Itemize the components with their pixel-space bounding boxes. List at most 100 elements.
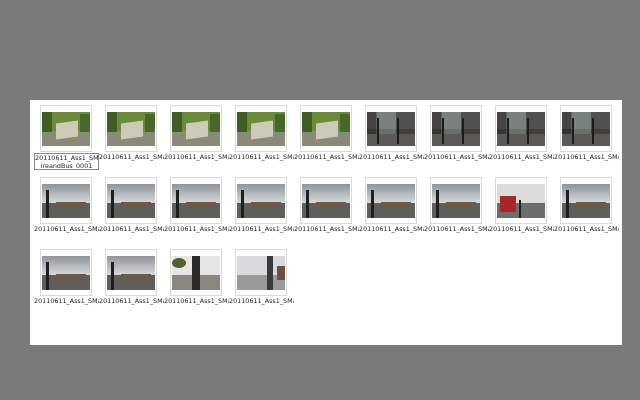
thumbnail-item[interactable]: 20110611_Ass1_SMau...	[424, 105, 489, 177]
scene-shape	[371, 190, 374, 218]
scene-shape	[56, 120, 78, 140]
thumbnail-item[interactable]: 20110611_Ass1_SMau...	[34, 249, 99, 321]
thumbnail-item[interactable]: 20110611_Ass1_SMau...	[34, 177, 99, 249]
scene-shape	[241, 190, 244, 218]
thumbnail-frame	[430, 105, 482, 152]
thumbnail-filename: 20110611_Ass1_SMau...	[164, 297, 229, 305]
thumbnail-item[interactable]: 20110611_Ass1_SMau...	[489, 177, 554, 249]
scene-shape	[111, 262, 114, 290]
thumbnail-filename: 20110611_Ass1_SMau...	[489, 153, 554, 161]
thumbnail-frame	[170, 105, 222, 152]
filename-line: 20110611_Ass1_SMau...	[99, 297, 164, 305]
thumbnail-frame	[170, 249, 222, 296]
scene-shape	[572, 118, 574, 144]
thumbnail-item[interactable]: 20110611_Ass1_SMau...	[164, 105, 229, 177]
scene-shape	[267, 256, 273, 290]
photo-thumbnail-image	[367, 112, 415, 146]
filename-line: 20110611_Ass1_SMau...	[424, 153, 489, 161]
scene-sky	[302, 184, 350, 203]
thumbnail-filename: 20110611_Ass1_SMau...	[164, 153, 229, 161]
thumbnail-item[interactable]: 20110611_Ass1_SMau...	[229, 249, 294, 321]
thumbnail-item[interactable]: 20110611_Ass1_SMaunuireandBus_0001	[34, 105, 99, 177]
photo-thumbnail-image	[107, 184, 155, 218]
scene-shape	[507, 118, 509, 144]
thumbnail-item[interactable]: 20110611_Ass1_SMau...	[489, 105, 554, 177]
filename-line: 20110611_Ass1_SMau...	[99, 225, 164, 233]
thumbnail-frame	[365, 105, 417, 152]
scene-shape	[56, 274, 86, 280]
thumbnail-frame	[560, 105, 612, 152]
filename-line: 20110611_Ass1_SMau...	[229, 153, 294, 161]
scene-shape	[497, 112, 545, 134]
thumbnail-filename: 20110611_Ass1_SMau...	[294, 225, 359, 233]
thumbnail-item[interactable]: 20110611_Ass1_SMau...	[164, 249, 229, 321]
thumbnail-frame	[495, 177, 547, 224]
photo-thumbnail-image	[172, 184, 220, 218]
scene-shape	[302, 112, 312, 132]
scene-shape	[316, 202, 346, 208]
scene-shape	[377, 118, 379, 144]
thumbnail-frame	[430, 177, 482, 224]
scene-shape	[111, 190, 114, 218]
scene-shape	[442, 118, 444, 144]
scene-shape	[397, 118, 399, 144]
scene-shape	[121, 120, 143, 140]
thumbnail-filename: 20110611_Ass1_SMau...	[359, 153, 424, 161]
photo-thumbnail-image	[432, 112, 480, 146]
filename-line: 20110611_Ass1_SMau...	[294, 153, 359, 161]
thumbnail-filename: 20110611_Ass1_SMaunuireandBus_0001	[34, 153, 99, 170]
thumbnail-frame	[300, 177, 352, 224]
thumbnail-frame	[560, 177, 612, 224]
filename-line: 20110611_Ass1_SMau...	[489, 225, 554, 233]
scene-sky	[42, 184, 90, 203]
thumbnail-frame	[495, 105, 547, 152]
thumbnail-filename: 20110611_Ass1_SMau...	[229, 225, 294, 233]
thumbnail-frame	[235, 249, 287, 296]
thumbnail-item[interactable]: 20110611_Ass1_SMau...	[229, 105, 294, 177]
filename-line: 20110611_Ass1_SMau...	[424, 225, 489, 233]
scene-shape	[566, 190, 569, 218]
thumbnail-item[interactable]: 20110611_Ass1_SMau...	[99, 177, 164, 249]
photo-thumbnail-image	[42, 112, 90, 146]
photo-thumbnail-image	[562, 112, 610, 146]
photo-thumbnail-image	[42, 256, 90, 290]
thumbnail-filename: 20110611_Ass1_SMau...	[34, 297, 99, 305]
thumbnail-frame	[235, 177, 287, 224]
thumbnail-item[interactable]: 20110611_Ass1_SMau...	[294, 105, 359, 177]
thumbnail-item[interactable]: 20110611_Ass1_SMau...	[359, 177, 424, 249]
scene-sky	[107, 256, 155, 275]
thumbnail-filename: 20110611_Ass1_SMau...	[424, 153, 489, 161]
scene-shape	[176, 190, 179, 218]
thumbnail-item[interactable]: 20110611_Ass1_SMau...	[164, 177, 229, 249]
scene-shape	[500, 196, 516, 212]
filename-line: 20110611_Ass1_SMau...	[164, 297, 229, 305]
thumbnail-item[interactable]: 20110611_Ass1_SMau...	[99, 249, 164, 321]
thumbnail-item[interactable]: 20110611_Ass1_SMau...	[554, 177, 619, 249]
thumbnail-filename: 20110611_Ass1_SMau...	[164, 225, 229, 233]
thumbnail-item[interactable]: 20110611_Ass1_SMau...	[424, 177, 489, 249]
thumbnail-item[interactable]: 20110611_Ass1_SMau...	[294, 177, 359, 249]
scene-shape	[367, 112, 415, 134]
thumbnail-filename: 20110611_Ass1_SMau...	[99, 153, 164, 161]
photo-thumbnail-image	[562, 184, 610, 218]
scene-shape	[251, 120, 273, 140]
scene-shape	[237, 112, 247, 132]
filename-line: 20110611_Ass1_SMau...	[359, 225, 424, 233]
thumbnail-item[interactable]: 20110611_Ass1_SMau...	[229, 177, 294, 249]
thumbnail-item[interactable]: 20110611_Ass1_SMau...	[554, 105, 619, 177]
scene-shape	[80, 114, 90, 132]
scene-sky	[172, 184, 220, 203]
thumbnail-filename: 20110611_Ass1_SMau...	[99, 225, 164, 233]
filename-line: 20110611_Ass1_SMau...	[164, 225, 229, 233]
filename-line: 20110611_Ass1_SMaunu	[35, 154, 99, 162]
thumbnail-filename: 20110611_Ass1_SMau...	[489, 225, 554, 233]
thumbnail-item[interactable]: 20110611_Ass1_SMau...	[99, 105, 164, 177]
thumbnail-item[interactable]: 20110611_Ass1_SMau...	[359, 105, 424, 177]
scene-shape	[192, 256, 200, 290]
filename-line: 20110611_Ass1_SMau...	[229, 225, 294, 233]
scene-shape	[592, 118, 594, 144]
scene-shape	[186, 120, 208, 140]
filename-line: 20110611_Ass1_SMau...	[164, 153, 229, 161]
scene-shape	[381, 202, 411, 208]
scene-shape	[56, 202, 86, 208]
